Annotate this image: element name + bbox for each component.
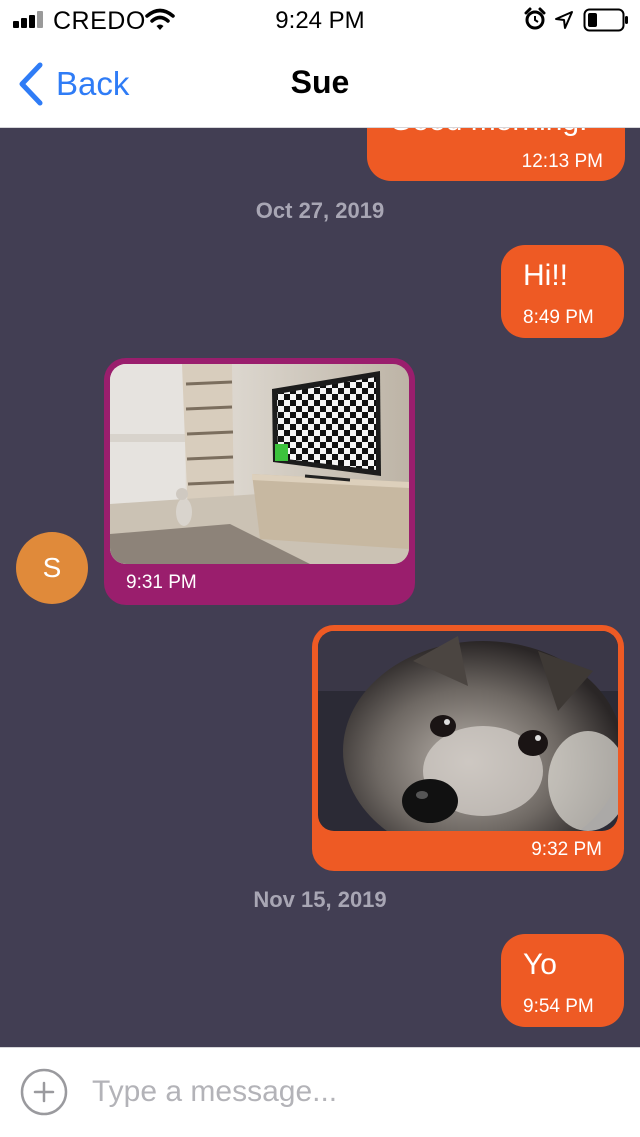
date-separator: Nov 15, 2019 [253, 887, 387, 912]
add-attachment-button[interactable] [20, 1068, 68, 1116]
message-time: 8:49 PM [523, 307, 594, 328]
message-text: Good morning! [389, 128, 587, 138]
outgoing-message[interactable]: Yo 9:54 PM [501, 934, 624, 1027]
message-time: 9:32 PM [531, 839, 602, 860]
chat-history[interactable]: Good morning! 12:13 PM Oct 27, 2019 Hi!!… [0, 128, 640, 1047]
message-time: 9:54 PM [523, 996, 594, 1017]
message-text: Hi!! [523, 259, 568, 292]
outgoing-image-message[interactable]: 9:32 PM [312, 625, 624, 871]
status-bar: CREDO 9:24 PM [0, 0, 640, 40]
message-input[interactable] [92, 1066, 612, 1118]
location-icon [555, 11, 573, 29]
date-separator: Oct 27, 2019 [255, 198, 385, 223]
message-composer [0, 1047, 640, 1137]
outgoing-message[interactable]: Hi!! 8:49 PM [501, 245, 624, 338]
message-text: Yo [523, 948, 557, 981]
dog-photo[interactable] [318, 631, 618, 831]
message-time: 9:31 PM [126, 572, 197, 593]
message-time: 12:13 PM [521, 151, 603, 172]
avatar[interactable]: S [16, 532, 88, 604]
outgoing-message[interactable]: Good morning! 12:13 PM [367, 128, 625, 181]
alarm-icon [524, 7, 546, 30]
room-with-tv-photo[interactable] [110, 364, 409, 564]
battery-icon [583, 8, 628, 32]
navigation-bar: Back Sue [0, 40, 640, 128]
incoming-image-message[interactable]: 9:31 PM [104, 358, 415, 605]
page-title: Sue [290, 64, 350, 100]
